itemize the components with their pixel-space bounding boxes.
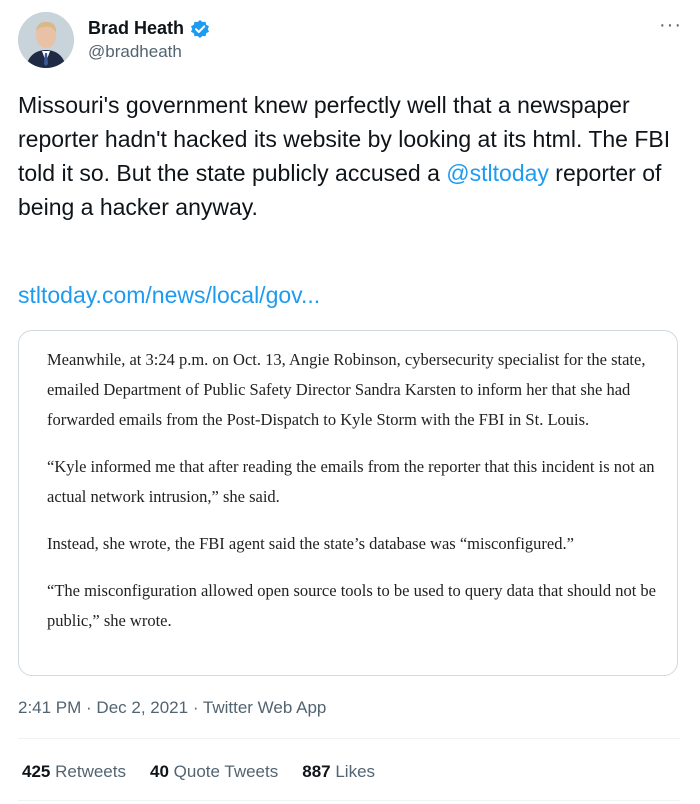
quote-tweets-label: Quote Tweets bbox=[173, 762, 279, 781]
tweet-text: Missouri's government knew perfectly wel… bbox=[18, 88, 678, 224]
author-name[interactable]: Brad Heath bbox=[88, 18, 184, 39]
screenshot-card[interactable]: Meanwhile, at 3:24 p.m. on Oct. 13, Angi… bbox=[18, 330, 678, 676]
card-paragraph: Meanwhile, at 3:24 p.m. on Oct. 13, Angi… bbox=[47, 350, 646, 429]
author-name-row[interactable]: Brad Heath bbox=[88, 18, 210, 39]
mention-link[interactable]: @stltoday bbox=[446, 160, 549, 186]
card-paragraph: Instead, she wrote, the FBI agent said t… bbox=[47, 534, 574, 553]
avatar[interactable] bbox=[18, 12, 74, 68]
verified-badge-icon bbox=[190, 19, 210, 39]
likes-stat[interactable]: 887 Likes bbox=[302, 762, 375, 782]
retweets-label: Retweets bbox=[55, 762, 126, 781]
divider bbox=[18, 738, 680, 739]
retweets-stat[interactable]: 425 Retweets bbox=[22, 762, 126, 782]
author-handle[interactable]: @bradheath bbox=[88, 42, 182, 62]
more-options-icon[interactable]: ··· bbox=[659, 14, 682, 37]
quote-tweets-count: 40 bbox=[149, 762, 169, 781]
card-paragraph: “Kyle informed me that after reading the… bbox=[47, 457, 655, 506]
likes-label: Likes bbox=[335, 762, 376, 781]
retweets-count: 425 bbox=[22, 762, 51, 781]
card-text: Meanwhile, at 3:24 p.m. on Oct. 13, Angi… bbox=[47, 345, 663, 653]
divider bbox=[18, 800, 680, 801]
article-link[interactable]: stltoday.com/news/local/gov... bbox=[18, 282, 320, 309]
tweet-timestamp[interactable]: 2:41 PM · Dec 2, 2021 · Twitter Web App bbox=[18, 698, 326, 718]
quote-tweets-stat[interactable]: 40 Quote Tweets bbox=[150, 762, 278, 782]
avatar-photo-icon bbox=[18, 12, 74, 68]
card-paragraph: “The misconfiguration allowed open sourc… bbox=[47, 581, 656, 630]
likes-count: 887 bbox=[302, 762, 331, 781]
engagement-stats: 425 Retweets 40 Quote Tweets 887 Likes bbox=[22, 762, 375, 782]
